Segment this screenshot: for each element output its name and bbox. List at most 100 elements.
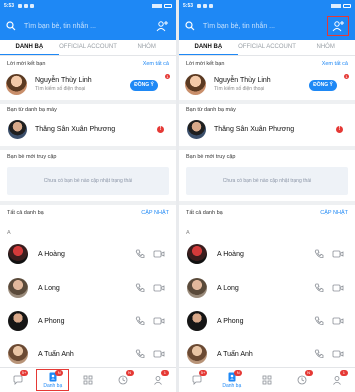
phonebook-suggestion-row[interactable]: Thăng Sân Xuân Phương ! (179, 117, 355, 143)
see-all-link[interactable]: Xem tất cả (322, 61, 348, 67)
chat-bubble-icon (13, 375, 22, 385)
tab-danh-ba[interactable]: DANH BẠ (179, 40, 238, 55)
user-icon (333, 376, 342, 385)
bottom-navigation: 5+ Danh bạ N N 1 (0, 367, 176, 392)
nav-badge: N (55, 370, 64, 376)
contact-name: A Tuấn Anh (217, 351, 253, 358)
phone-screen-right: 5:53 Tìm bạn bè, tin nhắn ... DANH BẠ OF… (179, 0, 355, 392)
accept-button[interactable]: ĐỒNG Ý (130, 80, 158, 91)
contact-row[interactable]: A Long (179, 273, 355, 303)
nav-timeline[interactable]: N (106, 368, 141, 392)
video-call-icon[interactable] (332, 283, 344, 293)
nav-badge: 5+ (20, 370, 28, 376)
friend-request-row[interactable]: Nguyễn Thùy Linh Tìm kiếm số điện thoại … (179, 71, 355, 99)
nav-badge: N (234, 370, 243, 376)
contact-row[interactable]: A Hoàng (179, 239, 355, 269)
contact-row[interactable]: A Tuấn Anh (179, 339, 355, 369)
phone-call-icon[interactable] (314, 249, 324, 259)
phone-call-icon[interactable] (314, 283, 324, 293)
video-call-icon[interactable] (332, 249, 344, 259)
nav-contacts[interactable]: Danh bạ N (35, 368, 70, 392)
phone-call-icon[interactable] (135, 316, 145, 326)
tab-nhom[interactable]: NHÓM (117, 40, 176, 55)
suggestion-name: Thăng Sân Xuân Phương (35, 126, 116, 133)
chat-bubble-icon (192, 375, 201, 385)
avatar (185, 74, 206, 95)
tab-nhom[interactable]: NHÓM (296, 40, 355, 55)
recent-empty-state: Chưa có bạn bè nào cập nhật trạng thái (186, 167, 348, 195)
contact-row[interactable]: A Tuấn Anh (0, 339, 176, 369)
status-icons (18, 4, 35, 8)
section-divider (179, 100, 355, 104)
nav-badge: 1 (339, 370, 348, 376)
phone-screen-left: 5:53 Tìm bạn bè, tin nhắn ... DANH BẠ OF… (0, 0, 176, 392)
video-call-icon[interactable] (332, 349, 344, 359)
all-contacts-label: Tất cả danh bạ (7, 210, 44, 216)
avatar (8, 344, 28, 364)
friend-requests-label: Lời mời kết bạn (186, 61, 225, 67)
avatar (187, 344, 207, 364)
see-all-link[interactable]: Xem tất cả (143, 61, 169, 67)
contact-name: A Phong (217, 318, 244, 325)
phone-call-icon[interactable] (314, 316, 324, 326)
update-link[interactable]: CẬP NHẬT (320, 210, 348, 216)
phone-call-icon[interactable] (135, 249, 145, 259)
nav-badge: N (125, 370, 134, 376)
video-call-icon[interactable] (153, 316, 165, 326)
phone-call-icon[interactable] (135, 283, 145, 293)
request-count-badge: 1 (165, 74, 170, 79)
friend-requests-label: Lời mời kết bạn (7, 61, 46, 67)
nav-timeline[interactable]: N (285, 368, 320, 392)
grid-icon (262, 375, 272, 385)
phonebook-suggestion-row[interactable]: Thăng Sân Xuân Phương ! (0, 117, 176, 143)
video-call-icon[interactable] (153, 283, 165, 293)
tab-danh-ba[interactable]: DANH BẠ (0, 40, 59, 55)
user-icon (154, 376, 163, 385)
section-divider (179, 201, 355, 205)
nav-profile[interactable]: 1 (141, 368, 176, 392)
search-input[interactable]: Tìm bạn bè, tin nhắn ... (24, 23, 154, 30)
search-icon[interactable] (185, 21, 195, 31)
add-friend-button[interactable] (327, 16, 349, 36)
add-friend-icon (332, 21, 344, 32)
nav-contacts[interactable]: Danh bạ N (214, 368, 249, 392)
accept-button[interactable]: ĐỒNG Ý (309, 80, 337, 91)
request-name: Nguyễn Thùy Linh (35, 77, 92, 84)
phone-call-icon[interactable] (314, 349, 324, 359)
contact-name: A Hoàng (38, 251, 65, 258)
status-bar: 5:53 (179, 0, 355, 12)
request-count-badge: 1 (344, 74, 349, 79)
avatar (187, 311, 207, 331)
recent-empty-state: Chưa có bạn bè nào cập nhật trạng thái (7, 167, 169, 195)
nav-messages[interactable]: 5+ (179, 368, 214, 392)
search-bar[interactable]: Tìm bạn bè, tin nhắn ... (179, 12, 355, 40)
nav-discover[interactable] (249, 368, 284, 392)
contact-name: A Long (217, 285, 239, 292)
friend-request-row[interactable]: Nguyễn Thùy Linh Tìm kiếm số điện thoại … (0, 71, 176, 99)
avatar (187, 278, 207, 298)
nav-profile[interactable]: 1 (320, 368, 355, 392)
update-link[interactable]: CẬP NHẬT (141, 210, 169, 216)
search-input[interactable]: Tìm bạn bè, tin nhắn ... (203, 23, 327, 30)
alert-badge: ! (336, 126, 343, 133)
contacts-tabs: DANH BẠ OFFICIAL ACCOUNT NHÓM (0, 40, 176, 56)
contact-row[interactable]: A Hoàng (0, 239, 176, 269)
contact-row[interactable]: A Phong (0, 306, 176, 336)
tab-official-account[interactable]: OFFICIAL ACCOUNT (238, 40, 297, 55)
alert-badge: ! (157, 126, 164, 133)
search-bar[interactable]: Tìm bạn bè, tin nhắn ... (0, 12, 176, 40)
tab-official-account[interactable]: OFFICIAL ACCOUNT (59, 40, 118, 55)
contact-row[interactable]: A Phong (179, 306, 355, 336)
phonebook-label: Bạn từ danh bạ máy (186, 107, 236, 113)
contact-row[interactable]: A Long (0, 273, 176, 303)
video-call-icon[interactable] (153, 249, 165, 259)
nav-messages[interactable]: 5+ (0, 368, 35, 392)
video-call-icon[interactable] (153, 349, 165, 359)
nav-discover[interactable] (70, 368, 105, 392)
phone-call-icon[interactable] (135, 349, 145, 359)
screenshot-composite: 5:53 Tìm bạn bè, tin nhắn ... DANH BẠ OF… (0, 0, 355, 392)
video-call-icon[interactable] (332, 316, 344, 326)
add-friend-button[interactable] (154, 18, 170, 34)
section-divider (179, 146, 355, 150)
search-icon[interactable] (6, 21, 16, 31)
